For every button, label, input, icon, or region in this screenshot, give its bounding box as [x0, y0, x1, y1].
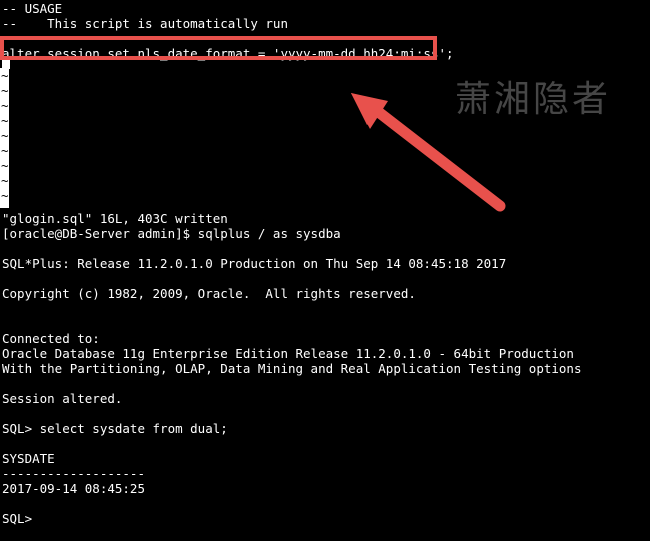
text-cursor	[2, 60, 10, 69]
shell-prompt-line: [oracle@DB-Server admin]$ sqlplus / as s…	[2, 226, 341, 241]
vim-tilde-filler-column: ~ ~ ~ ~ ~ ~ ~ ~ ~	[0, 68, 9, 208]
terminal-line-alter-session: alter session set nls_date_format = 'yyy…	[2, 46, 454, 61]
sqlplus-result-separator: -------------------	[2, 466, 145, 481]
sqlplus-result-header: SYSDATE	[2, 451, 55, 466]
terminal-window[interactable]: -- USAGE -- This script is automatically…	[0, 0, 650, 541]
sqlplus-query-line: SQL> select sysdate from dual;	[2, 421, 228, 436]
vim-tilde: ~	[1, 98, 9, 113]
vim-tilde: ~	[1, 173, 9, 188]
sqlplus-session-altered-line: Session altered.	[2, 391, 123, 406]
vim-tilde: ~	[1, 113, 9, 128]
terminal-line: -- This script is automatically run	[2, 16, 288, 31]
vim-tilde: ~	[1, 128, 9, 143]
sqlplus-connected-line: Connected to:	[2, 331, 100, 346]
vim-tilde: ~	[1, 68, 9, 83]
sqlplus-result-value: 2017-09-14 08:45:25	[2, 481, 145, 496]
terminal-line: --	[2, 31, 18, 46]
sqlplus-copyright-line: Copyright (c) 1982, 2009, Oracle. All ri…	[2, 286, 416, 301]
sqlplus-banner-line: SQL*Plus: Release 11.2.0.1.0 Production …	[2, 256, 507, 271]
vim-status-line: "glogin.sql" 16L, 403C written	[2, 211, 228, 226]
vim-tilde: ~	[1, 188, 9, 203]
sqlplus-db-options-line: With the Partitioning, OLAP, Data Mining…	[2, 361, 582, 376]
sqlplus-final-prompt: SQL>	[2, 511, 33, 526]
watermark-text: 萧湘隐者	[455, 79, 612, 120]
vim-tilde: ~	[1, 158, 9, 173]
terminal-line: -- USAGE	[2, 1, 63, 16]
sqlplus-db-version-line: Oracle Database 11g Enterprise Edition R…	[2, 346, 574, 361]
vim-tilde: ~	[1, 83, 9, 98]
vim-tilde: ~	[1, 143, 9, 158]
